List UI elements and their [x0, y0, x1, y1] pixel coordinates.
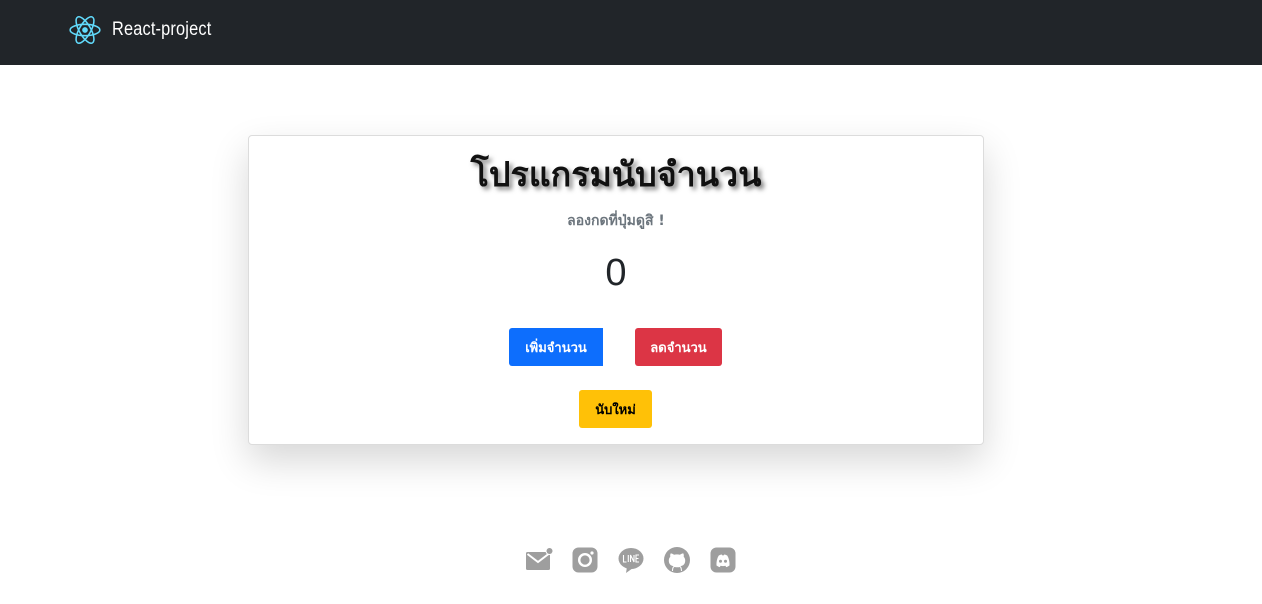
react-atom-icon [69, 16, 101, 44]
brand-text: React-project [112, 19, 212, 40]
subtitle: ลองกดที่ปุ่มดูสิ ! [567, 213, 665, 229]
line-icon[interactable] [617, 546, 645, 574]
page-title: โปรแกรมนับจำนวน [470, 155, 762, 195]
instagram-icon[interactable] [571, 546, 599, 574]
github-icon[interactable] [663, 546, 691, 574]
counter-card: โปรแกรมนับจำนวน ลองกดที่ปุ่มดูสิ ! 0 เพิ… [248, 135, 984, 445]
social-footer [0, 546, 1262, 576]
counter-value: 0 [605, 252, 627, 294]
email-icon[interactable] [525, 546, 553, 574]
decrease-button[interactable]: ลดจำนวน [635, 328, 722, 366]
reset-button[interactable]: นับใหม่ [579, 390, 652, 428]
top-navbar: React-project [0, 0, 1262, 65]
increase-button[interactable]: เพิ่มจำนวน [509, 328, 603, 366]
discord-icon[interactable] [709, 546, 737, 574]
brand-link[interactable]: React-project [68, 13, 228, 47]
